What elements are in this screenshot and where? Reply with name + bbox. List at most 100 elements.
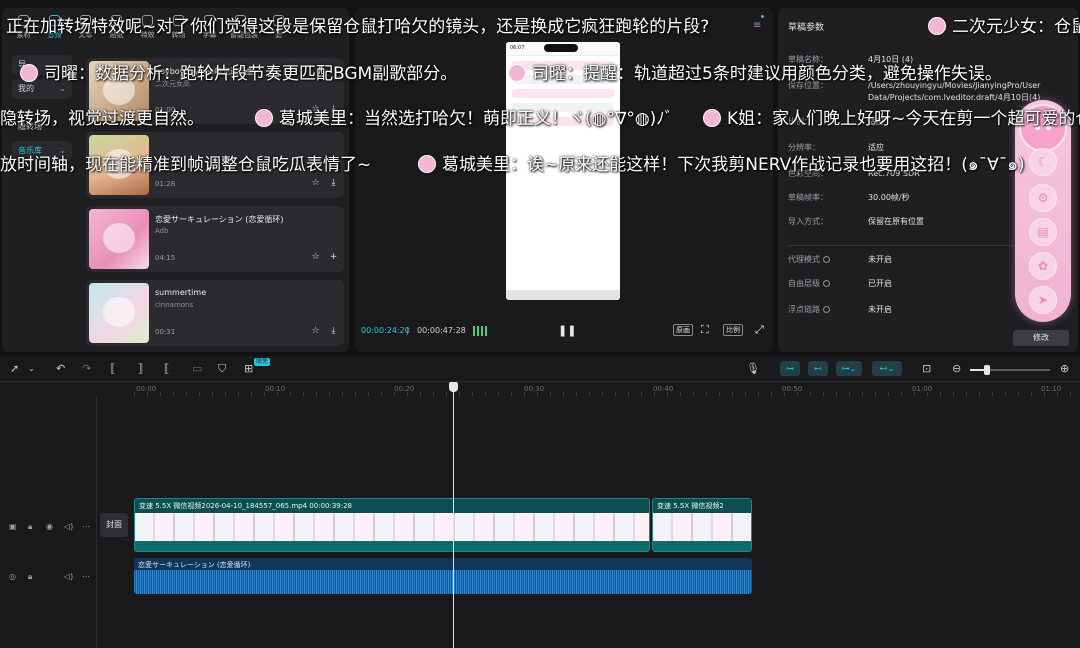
avatar [508,64,526,82]
link-clip-icon[interactable]: ⊷ [808,361,828,376]
panel-title: 草稿参数 [788,23,825,33]
audio-clip[interactable]: 恋愛サーキュレーション (恋爱循环) [134,558,752,594]
phone-status-bar: 06:07 [506,42,620,56]
ruler-label: 00:20 [394,385,415,393]
clip-label: 变速 5.5X 微信视频2026-04-10_184557_065.mp4 00… [135,499,649,513]
preview-icon[interactable]: ⊡ [922,362,931,376]
audio-waveform [134,570,752,594]
zoom-knob[interactable] [984,365,990,375]
list-item[interactable]: 恋愛サーキュレーション (恋爱循环) Adb 04:15 ☆ + [86,206,344,272]
send-icon[interactable]: ➤ [1029,286,1057,314]
cover-button[interactable]: 封面 [100,513,128,537]
split-right-icon[interactable]: ⟦ [164,362,169,376]
track-title: summertime [155,288,207,297]
more-icon[interactable]: ⋯ [82,522,90,531]
current-timecode: 00:00:24:20 [361,326,410,335]
audio-track-header: ◎ 🔒︎ ◁) ⋯ [0,568,96,588]
star-icon[interactable]: ☆ [309,177,322,190]
ruler-label: 01:10 [1041,385,1062,393]
track-artist: Adb [155,227,169,235]
cursor-arrow-icon[interactable]: ➚ [10,362,19,376]
fit-screen-icon[interactable]: ⛶ [701,324,709,336]
star-icon[interactable]: ☆ [309,251,322,264]
timecode-separator: | [406,326,409,335]
total-timecode: 00:00:47:28 [417,326,466,335]
free-badge: 限免 [254,358,271,366]
clip-keyframe-bar [653,541,751,551]
zoom-out-icon[interactable]: ⊖ [952,362,961,376]
trash-icon[interactable]: ▭ [192,362,202,376]
download-icon[interactable]: ⤓ [327,177,340,190]
audio-track-icon[interactable]: ◎ [9,572,16,581]
danmaku-comment: K姐：家人们晚上好呀~今天在剪一个超可爱的仓 [703,104,1080,129]
add-icon[interactable]: + [327,251,340,264]
param-label: 导入方式： [788,217,828,226]
audio-meter-icon [473,326,487,336]
menu-icon[interactable]: ≡ [753,20,763,31]
ruler-label: 00:30 [524,385,545,393]
star-icon[interactable]: ☆ [309,325,322,338]
track-head-divider [96,396,97,648]
preview-axis-icon[interactable]: ⊶⌄ [836,361,862,376]
danmaku-comment: 隐转场，视觉过渡更自然。 [0,109,204,129]
list-item[interactable]: summertime cinnamons 00:31 ☆ ⤓ [86,280,344,346]
pause-button[interactable]: ❚❚ [558,324,576,337]
modify-button[interactable]: 修改 [1013,330,1069,346]
moon-icon[interactable]: ☾ [1029,148,1057,176]
info-icon[interactable] [823,280,830,287]
music-list: boyboyboybee萌宠进行曲 二次元女高 01:00 ☆ ⤓ 01:28 … [86,58,344,352]
shield-icon[interactable]: ⛉ [218,362,226,376]
zoom-slider[interactable] [970,365,1050,375]
eye-icon[interactable]: ◉ [46,522,53,531]
phone-nav-bar [506,290,620,300]
aspect-ratio-button[interactable]: 比例 [723,324,743,336]
dynamic-island [544,44,578,52]
param-label: 代理模式 [788,254,830,265]
more-icon[interactable]: ⋯ [82,572,90,581]
undo-icon[interactable]: ↶ [56,362,65,376]
clip-thumbnails [653,513,751,543]
sidebar-item-label: 我的 [18,84,34,93]
settings-icon[interactable]: ⚙ [1029,184,1057,212]
info-icon[interactable] [823,256,830,263]
track-link-icon[interactable]: ⊷⌄ [872,361,902,376]
param-label: 自由层级 [788,278,830,289]
avatar [928,17,946,35]
video-clip[interactable]: 变速 5.5X 微信视频2 [652,498,752,552]
fullscreen-icon[interactable]: ⤢ [755,324,764,336]
lock-icon[interactable]: 🔒︎ [28,572,32,582]
track-cover [89,283,149,343]
danmaku-comment: 司曜：提醒：轨道超过5条时建议用颜色分类，避免操作失误。 [508,59,1002,84]
track-duration: 01:28 [155,180,176,188]
phone-time: 06:07 [510,45,525,51]
video-clip[interactable]: 变速 5.5X 微信视频2026-04-10_184557_065.mp4 00… [134,498,650,552]
magnet-snap-icon[interactable]: ⊶ [780,361,800,376]
chevron-down-icon[interactable]: ⌄ [28,362,35,376]
track-screen-icon[interactable]: ▣ [9,522,17,531]
volume-icon[interactable]: ◁) [64,522,73,531]
avatar [20,64,38,82]
split-icon[interactable]: ⟦ [110,362,115,376]
zoom-in-icon[interactable]: ⊕ [1060,362,1069,376]
ruler-label: 01:00 [912,385,933,393]
clip-thumbnails [135,513,649,543]
note-icon[interactable]: ▤ [1029,218,1057,246]
clip-keyframe-bar [135,541,649,551]
redo-icon[interactable]: ↷ [82,362,91,376]
time-ruler[interactable]: 00:00 00:10 00:20 00:30 00:40 00:50 01:0… [134,382,1080,396]
flower-icon[interactable]: ✿ [1029,252,1057,280]
playhead[interactable] [453,390,454,648]
floating-assistant-bar: ☾ ⚙ ▤ ✿ ➤ [1015,100,1071,322]
status-dot [761,15,764,18]
lock-icon[interactable]: 🔒︎ [28,522,32,532]
video-track-header: ▣ 🔒︎ ◉ ◁) ⋯ [0,518,96,538]
microphone-icon[interactable]: 🎙 [746,362,760,376]
auto-caption-icon[interactable]: ⊞ [244,362,253,376]
original-quality-button[interactable]: 原画 [673,324,693,336]
download-icon[interactable]: ⤓ [327,325,340,338]
volume-icon[interactable]: ◁) [64,572,73,581]
split-left-icon[interactable]: ⟧ [138,362,143,376]
avatar [703,109,721,127]
info-icon[interactable] [823,306,830,313]
track-cover [89,209,149,269]
